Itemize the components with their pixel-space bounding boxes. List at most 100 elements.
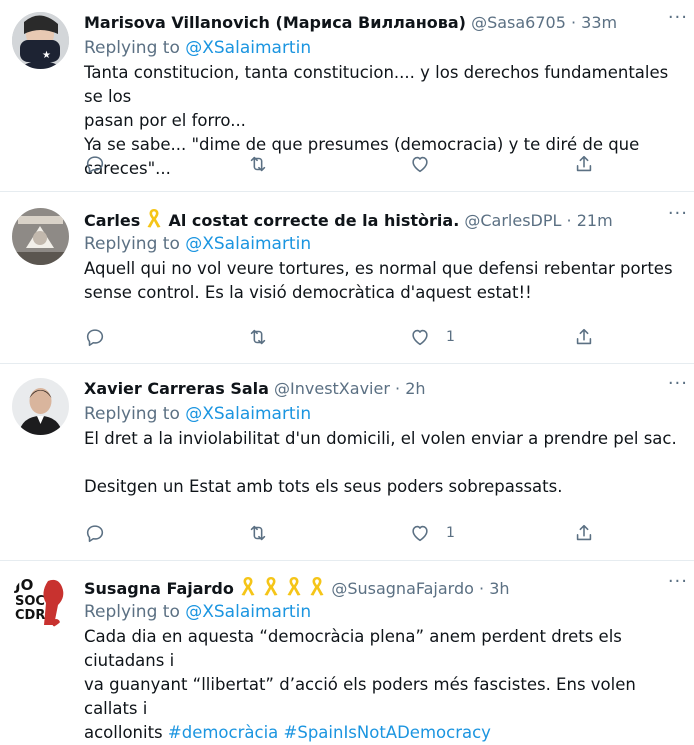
avatar[interactable]: JO SOC CDR (12, 573, 69, 630)
avatar[interactable] (12, 378, 69, 435)
author-handle[interactable]: @Sasa6705 (471, 13, 566, 32)
mention-link[interactable]: @XSalaimartin (185, 404, 311, 424)
avatar-image: JO SOC CDR (12, 573, 69, 630)
mention-link[interactable]: @XSalaimartin (185, 602, 311, 622)
share-icon (576, 155, 592, 172)
tweet-text: El dret a la inviolabilitat d'un domicil… (84, 427, 680, 499)
author-name[interactable]: Susagna Fajardo (84, 579, 234, 598)
like-button[interactable]: 1 (409, 324, 455, 350)
tweet-4[interactable]: JO SOC CDR Susagna Fajardo @SusagnaFajar… (0, 561, 694, 742)
retweet-button[interactable] (247, 324, 269, 350)
like-button[interactable] (409, 151, 446, 177)
text-line (84, 451, 680, 475)
share-icon (576, 328, 592, 345)
tweet-1[interactable]: ★ Marisova Villanovich (Мариса Вилланова… (0, 0, 694, 192)
hashtag-link[interactable]: #democràcia (168, 723, 278, 742)
author-name[interactable]: Carles (84, 211, 140, 230)
avatar[interactable]: ★ (12, 12, 69, 69)
retweet-button[interactable] (247, 151, 269, 177)
mention-link[interactable]: @XSalaimartin (185, 38, 311, 58)
text-line: pasan por el forro... (84, 111, 246, 130)
svg-text:★: ★ (42, 50, 51, 61)
author-handle[interactable]: @SusagnaFajardo (331, 579, 474, 598)
tweet-text: Aquell qui no vol veure tortures, es nor… (84, 257, 680, 305)
more-icon[interactable]: ··· (668, 375, 688, 400)
replying-to: Replying to @XSalaimartin (84, 600, 680, 625)
separator-dot: · (570, 13, 577, 32)
text-line: Cada dia en aquesta “democràcia plena” a… (84, 627, 622, 670)
text-fragment: acollonits (84, 723, 163, 742)
like-icon (412, 525, 428, 542)
like-button[interactable]: 1 (409, 520, 455, 546)
text-line-with-hashtags: acollonits #democràcia #SpainIsNotADemoc… (84, 721, 680, 745)
tweet-header: Marisova Villanovich (Мариса Вилланова) … (84, 11, 680, 35)
reply-button[interactable] (84, 520, 106, 546)
author-handle[interactable]: @CarlesDPL (464, 211, 561, 230)
like-count: 1 (446, 329, 455, 345)
author-name[interactable]: Xavier Carreras Sala (84, 379, 269, 398)
text-line: Aquell qui no vol veure tortures, es nor… (84, 259, 673, 278)
avatar-image (12, 208, 69, 265)
reply-button[interactable] (84, 151, 106, 177)
timestamp[interactable]: 3h (489, 579, 509, 598)
tweet-header: Xavier Carreras Sala @InvestXavier · 2h (84, 377, 680, 401)
ribbon-icon (309, 575, 325, 599)
separator-dot: · (479, 579, 485, 598)
share-button[interactable] (573, 151, 595, 177)
separator-dot: · (566, 211, 572, 230)
text-line: Tanta constitucion, tanta constitucion..… (84, 63, 669, 106)
like-icon (412, 156, 428, 173)
timestamp[interactable]: 21m (577, 211, 613, 230)
tweet-header: Carles Al costat correcte de la història… (84, 207, 680, 231)
ribbon-icon (286, 575, 302, 599)
more-icon[interactable]: ··· (668, 9, 688, 34)
replying-to-label: Replying to (84, 404, 180, 424)
retweet-icon (250, 329, 266, 345)
retweet-button[interactable] (247, 520, 269, 546)
tweet-actions: 1 (0, 520, 694, 546)
avatar-text: CDR (15, 608, 45, 623)
timestamp[interactable]: 2h (405, 379, 425, 398)
replying-to: Replying to @XSalaimartin (84, 36, 680, 61)
avatar[interactable] (12, 208, 69, 265)
avatar-text: SOC (15, 594, 45, 609)
ribbon-icon (263, 575, 279, 599)
author-name-suffix[interactable]: Al costat correcte de la història. (168, 211, 459, 230)
ribbon-icon (240, 575, 256, 599)
retweet-icon (250, 525, 266, 541)
ribbon-icon (146, 207, 162, 231)
more-icon[interactable]: ··· (668, 573, 688, 598)
reply-button[interactable] (84, 324, 106, 350)
tweet-2[interactable]: Carles Al costat correcte de la història… (0, 192, 694, 364)
replying-to-label: Replying to (84, 38, 180, 58)
text-line: Desitgen un Estat amb tots els seus pode… (84, 477, 563, 496)
tweet-3[interactable]: Xavier Carreras Sala @InvestXavier · 2h … (0, 364, 694, 561)
separator-dot: · (395, 379, 401, 398)
share-button[interactable] (573, 520, 595, 546)
reply-icon (86, 329, 104, 347)
reply-icon (86, 156, 104, 174)
timestamp[interactable]: 33m (581, 13, 617, 32)
text-line: va guanyant “llibertat” d’acció els pode… (84, 675, 636, 718)
author-name[interactable]: Marisova Villanovich (Мариса Вилланова) (84, 13, 466, 32)
replying-to-label: Replying to (84, 602, 180, 622)
tweet-actions: 1 (0, 324, 694, 350)
avatar-image: ★ (12, 12, 69, 69)
like-icon (412, 329, 428, 346)
tweet-text: Cada dia en aquesta “democràcia plena” a… (84, 625, 680, 745)
mention-link[interactable]: @XSalaimartin (185, 234, 311, 254)
avatar-text: JO (14, 576, 33, 594)
share-button[interactable] (573, 324, 595, 350)
like-count: 1 (446, 525, 455, 541)
avatar-image (12, 378, 69, 435)
hashtag-link[interactable]: #SpainIsNotADemocracy (284, 723, 491, 742)
replying-to-label: Replying to (84, 234, 180, 254)
replying-to: Replying to @XSalaimartin (84, 402, 680, 427)
reply-icon (86, 525, 104, 543)
author-handle[interactable]: @InvestXavier (274, 379, 390, 398)
share-icon (576, 524, 592, 541)
replying-to: Replying to @XSalaimartin (84, 232, 680, 257)
retweet-icon (250, 156, 266, 172)
text-line: sense control. Es la visió democràtica d… (84, 283, 532, 302)
more-icon[interactable]: ··· (668, 205, 688, 230)
